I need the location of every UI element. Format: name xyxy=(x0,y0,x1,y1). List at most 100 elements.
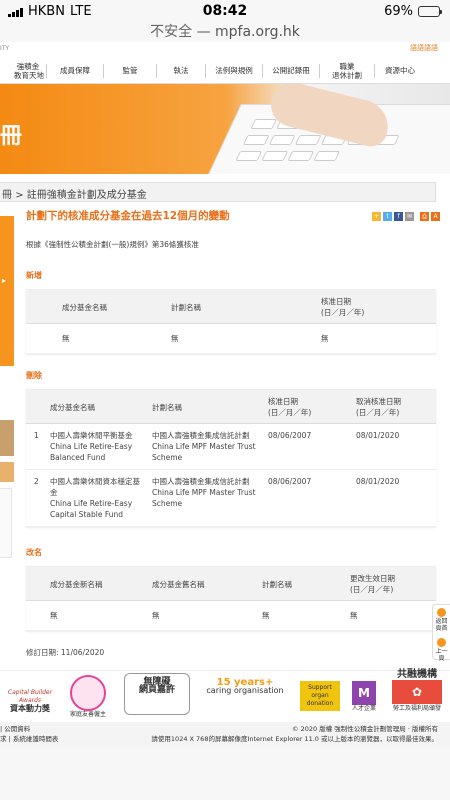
table-cell: 無 xyxy=(151,323,287,354)
table-row: 無 無 無 無 xyxy=(26,600,436,631)
nav-item-resource-centre[interactable]: 資源中心 xyxy=(375,66,425,75)
legal-basis-text: 根據《強制性公積金計劃(一般)規例》第36條獲核准 xyxy=(26,240,199,249)
nav-item-public-register[interactable]: 公開記錄冊 xyxy=(263,66,319,75)
column-header: 計劃名稱 xyxy=(151,290,287,324)
new-funds-table-container: 成分基金名稱 計劃名稱 核准日期 (日／月／年) 無 無 無 xyxy=(26,289,436,354)
email-icon[interactable]: ✉ xyxy=(405,212,414,221)
manpower-developer-icon: M xyxy=(352,681,376,705)
section-heading-deleted: 刪除 xyxy=(26,371,42,380)
nav-item-legislation[interactable]: 法例與規例 xyxy=(206,66,262,75)
fund-name-cell: 中國人壽樂休閒平衡基金 China Life Retire-Easy Balan… xyxy=(48,423,148,470)
deleted-funds-table: 成分基金名稱 計劃名稱 核准日期 (日／月／年) 取消核准日期 (日／月／年) … xyxy=(26,390,436,527)
award-text: 共融機構 xyxy=(397,669,437,680)
footer-info: © 2020 版權 強制性公積金計劃管理局 · 版權所有 請使用1024 X 7… xyxy=(151,724,438,744)
scheme-name-en: China Life MPF Master Trust xyxy=(152,442,256,451)
column-header: 成分基金名稱 xyxy=(26,290,151,324)
left-sidebar-tab[interactable]: ▸ xyxy=(0,216,14,366)
deleted-funds-table-container: 成分基金名稱 計劃名稱 核准日期 (日／月／年) 取消核准日期 (日／月／年) … xyxy=(26,389,436,527)
left-promo-image[interactable] xyxy=(0,420,14,456)
column-header: 更改生效日期 (日／月／年) xyxy=(324,567,436,601)
battery-percent: 69% xyxy=(384,4,413,19)
withdrawal-date-cell: 08/01/2020 xyxy=(348,423,436,470)
award-text: caring organisation xyxy=(206,686,284,695)
nav-item-orso[interactable]: 職業 退休計劃 xyxy=(320,62,374,80)
back-to-top-button[interactable]: 返回 頁首 xyxy=(433,605,450,635)
award-logo[interactable]: 共融機構 ✿ 勞工及福利局頒發 xyxy=(386,669,448,713)
scheme-name-en: Scheme xyxy=(152,499,183,508)
browser-bottom-area xyxy=(0,748,450,800)
award-logo[interactable]: 15 years+ caring organisation xyxy=(204,678,286,695)
column-header-line: 核准日期 xyxy=(321,297,351,306)
table-header-row: 成分基金新名稱 成分基金舊名稱 計劃名稱 更改生效日期 (日／月／年) xyxy=(26,567,436,601)
fund-name-en: China Life Retire-Easy xyxy=(50,499,133,508)
award-logo[interactable]: 家庭友善僱主 xyxy=(66,675,110,719)
facebook-icon[interactable]: f xyxy=(394,212,403,221)
table-cell: 無 xyxy=(236,600,324,631)
footer-link[interactable]: | 公開資料 xyxy=(0,724,58,734)
column-header xyxy=(26,390,48,424)
fund-name-cell: 中國人壽樂休閒資本穩定基 金 China Life Retire-Easy Ca… xyxy=(48,469,148,527)
table-row: 2 中國人壽樂休閒資本穩定基 金 China Life Retire-Easy … xyxy=(26,469,436,527)
banner-title: 冊 xyxy=(0,124,23,149)
font-size-icon[interactable]: A xyxy=(431,212,440,221)
approval-date-cell: 08/06/2007 xyxy=(260,469,348,527)
family-friendly-employer-icon xyxy=(70,675,106,711)
main-content: 計劃下的核准成分基金在過去12個月的變動 + t f ✉ ⎙ A 根據《強制性公… xyxy=(26,208,440,658)
arrow-up-icon xyxy=(437,608,446,617)
fund-name-zh: 中國人壽樂休閒平衡基金 xyxy=(50,431,133,440)
url-bar[interactable]: 不安全 — mpfa.org.hk xyxy=(0,21,450,41)
twitter-icon[interactable]: t xyxy=(383,212,392,221)
award-logo[interactable]: Capital Builder Awards 資本動力獎 xyxy=(0,689,60,713)
award-text: Capital Builder Awards xyxy=(7,689,53,704)
award-logo[interactable]: 無障礙 網頁嘉許 xyxy=(124,673,190,715)
scheme-name-en: Scheme xyxy=(152,453,183,462)
section-heading-new: 新增 xyxy=(26,271,42,280)
battery-icon xyxy=(418,6,442,17)
inclusive-organisation-icon: ✿ xyxy=(392,680,442,704)
footer-link[interactable]: 求 | 系統維護時間表 xyxy=(0,734,58,744)
nav-item-enforcement[interactable]: 執法 xyxy=(157,66,205,75)
award-logo[interactable]: M 人才企業 xyxy=(350,681,378,713)
scheme-name-en: China Life MPF Master Trust xyxy=(152,488,256,497)
floating-nav: 返回 頁首 上一頁 xyxy=(432,604,450,662)
previous-page-label: 上一頁 xyxy=(435,648,448,662)
nav-label: 教育天地 xyxy=(14,70,44,80)
scheme-name-cell: 中國人壽強積金集成信託計劃 China Life MPF Master Trus… xyxy=(148,423,260,470)
fund-name-en: Balanced Fund xyxy=(50,453,106,462)
column-header: 計劃名稱 xyxy=(236,567,324,601)
column-header: 成分基金名稱 xyxy=(48,390,148,424)
page-footer: | 公開資料 求 | 系統維護時間表 © 2020 版權 強制性公積金計劃管理局… xyxy=(0,722,450,748)
approval-date-cell: 08/06/2007 xyxy=(260,423,348,470)
column-header: 計劃名稱 xyxy=(148,390,260,424)
revised-date: 修訂日期: 11/06/2020 xyxy=(26,648,105,657)
web-accessibility-badge: 無障礙 網頁嘉許 xyxy=(124,673,190,715)
scheme-name-cell: 中國人壽強積金集成信託計劃 China Life MPF Master Trus… xyxy=(148,469,260,527)
award-text: 網頁嘉許 xyxy=(138,685,175,695)
nav-item-member-protection[interactable]: 成員保障 xyxy=(47,66,103,75)
breadcrumb-parent[interactable]: 冊 xyxy=(2,190,12,201)
url-domain: mpfa.org.hk xyxy=(215,24,300,40)
table-cell: 無 xyxy=(126,600,236,631)
clock: 08:42 xyxy=(202,3,248,19)
top-utility-link[interactable]: 語語語語 xyxy=(410,43,438,53)
award-text: 資本動力獎 xyxy=(10,704,50,713)
fund-name-en: China Life Retire-Easy xyxy=(50,442,133,451)
copyright-text: © 2020 版權 強制性公積金計劃管理局 · 版權所有 xyxy=(292,725,438,733)
scheme-name-zh: 中國人壽強積金集成信託計劃 xyxy=(152,477,250,486)
award-logo[interactable]: Support organ donation xyxy=(300,681,340,711)
previous-page-button[interactable]: 上一頁 xyxy=(433,635,450,665)
table-header-row: 成分基金名稱 計劃名稱 核准日期 (日／月／年) 取消核准日期 (日／月／年) xyxy=(26,390,436,424)
print-icon[interactable]: ⎙ xyxy=(420,212,429,221)
nav-item-mpf-education[interactable]: 強積金 教育天地 xyxy=(0,62,46,80)
hero-banner: 冊 xyxy=(0,84,450,174)
nav-item-regulation[interactable]: 監管 xyxy=(104,66,156,75)
left-promo-image[interactable] xyxy=(0,462,14,482)
award-text: Support organ xyxy=(308,684,332,699)
table-header-row: 成分基金名稱 計劃名稱 核准日期 (日／月／年) xyxy=(26,290,436,324)
awards-strip: Capital Builder Awards 資本動力獎 家庭友善僱主 無障礙 … xyxy=(0,670,450,720)
browser-note: 請使用1024 X 768的屏幕解像度Internet Explorer 11.… xyxy=(151,735,438,743)
footer-links: | 公開資料 求 | 系統維護時間表 xyxy=(0,724,58,744)
column-header-line: (日／月／年) xyxy=(350,585,394,594)
award-text: 勞工及福利局頒發 xyxy=(392,705,441,712)
share-icon[interactable]: + xyxy=(372,212,381,221)
